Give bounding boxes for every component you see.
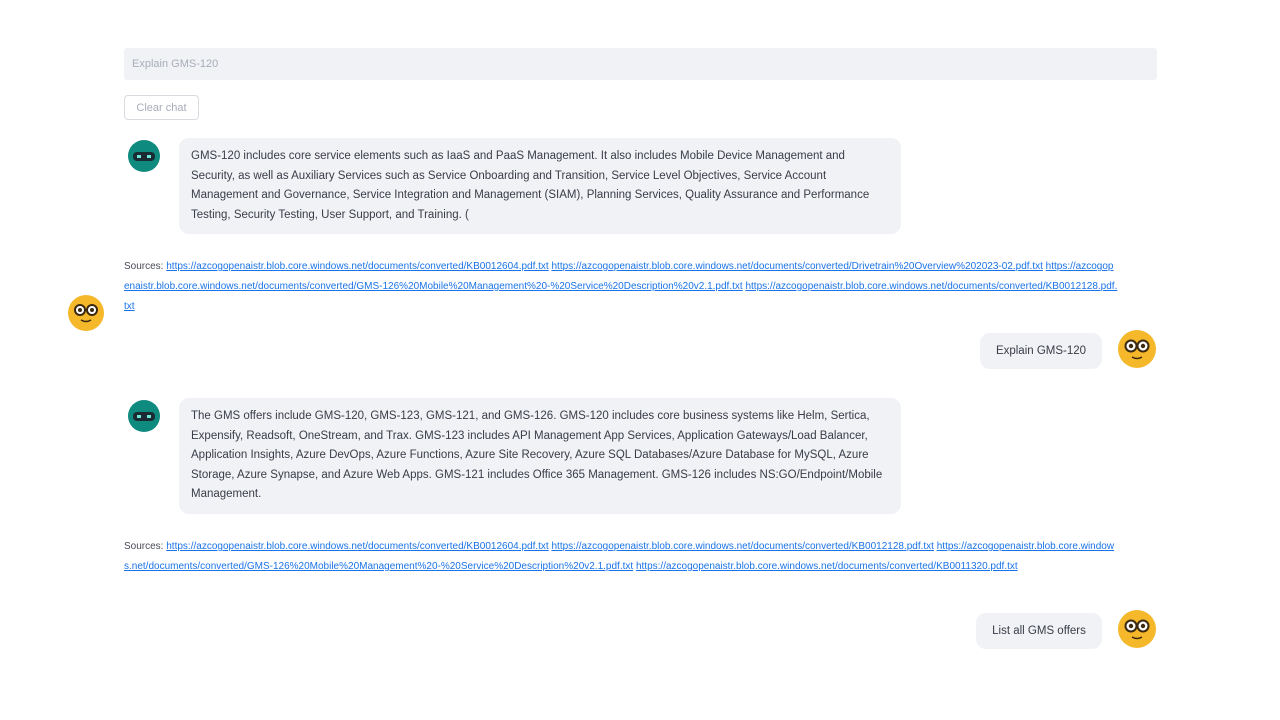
sources-block: Sources: https://azcogopenaistr.blob.cor…	[124, 537, 1119, 577]
source-link[interactable]: https://azcogopenaistr.blob.core.windows…	[552, 541, 934, 552]
source-link[interactable]: https://azcogopenaistr.blob.core.windows…	[636, 561, 1018, 572]
user-message: Explain GMS-120	[980, 333, 1102, 369]
sources-block: Sources: https://azcogopenaistr.blob.cor…	[124, 257, 1119, 317]
robot-avatar-icon	[128, 400, 160, 432]
user-message-text: Explain GMS-120	[995, 345, 1087, 357]
user-message: List all GMS offers	[976, 613, 1102, 649]
robot-avatar-icon	[128, 140, 160, 172]
bot-message-text: The GMS offers include GMS-120, GMS-123,…	[191, 410, 883, 500]
source-link[interactable]: https://azcogopenaistr.blob.core.windows…	[552, 261, 1043, 272]
nerd-face-avatar-icon	[1118, 330, 1156, 368]
source-link[interactable]: https://azcogopenaistr.blob.core.windows…	[166, 261, 548, 272]
user-message-text: List all GMS offers	[992, 625, 1086, 637]
bot-message: GMS-120 includes core service elements s…	[179, 138, 901, 234]
nerd-face-avatar-icon	[68, 295, 104, 331]
bot-message: The GMS offers include GMS-120, GMS-123,…	[179, 398, 901, 514]
sources-label: Sources:	[124, 541, 164, 552]
chat-input-container[interactable]	[124, 48, 1157, 80]
bot-message-text: GMS-120 includes core service elements s…	[191, 150, 870, 221]
nerd-face-avatar-icon	[1118, 610, 1156, 648]
source-link[interactable]: https://azcogopenaistr.blob.core.windows…	[166, 541, 548, 552]
chat-input[interactable]	[132, 58, 1157, 70]
clear-chat-button[interactable]: Clear chat	[124, 95, 199, 120]
sources-label: Sources:	[124, 261, 164, 272]
